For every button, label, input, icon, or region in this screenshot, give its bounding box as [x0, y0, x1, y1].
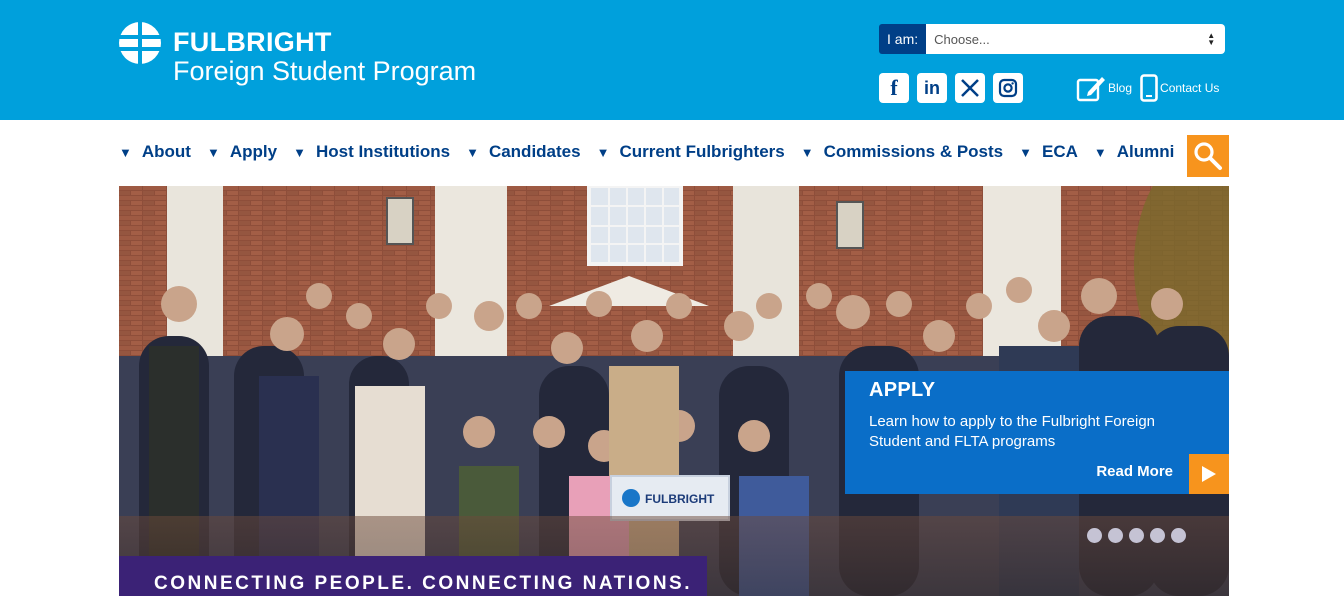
- caret-down-icon: ▼: [1019, 144, 1032, 160]
- i-am-selector: I am: Choose... ▲ ▼: [879, 24, 1226, 54]
- nav-label: ECA: [1042, 142, 1078, 161]
- nav-item-current-fulbrighters[interactable]: ▼ Current Fulbrighters: [597, 142, 785, 162]
- edit-icon: [1076, 77, 1105, 102]
- slider-dot[interactable]: [1108, 528, 1123, 543]
- nav-label: Host Institutions: [315, 142, 451, 161]
- nav-item-apply[interactable]: ▼ Apply: [207, 142, 277, 162]
- slider-dots: [1087, 528, 1186, 543]
- read-more-button[interactable]: [1189, 454, 1229, 494]
- caret-down-icon: ▼: [206, 144, 220, 160]
- nav-item-commissions-posts[interactable]: ▼ Commissions & Posts: [801, 142, 1003, 162]
- brand-name: FULBRIGHT: [173, 27, 332, 57]
- nav-label: Alumni: [1116, 142, 1175, 161]
- caret-down-icon: ▼: [466, 144, 479, 160]
- contact-link[interactable]: Contact Us: [1140, 74, 1219, 102]
- blog-label: Blog: [1108, 81, 1133, 95]
- phone-icon: [1140, 74, 1158, 102]
- linkedin-icon[interactable]: in: [917, 73, 947, 103]
- blog-link[interactable]: Blog: [1076, 74, 1132, 102]
- read-more-link[interactable]: Read More: [1096, 463, 1173, 480]
- nav-item-candidates[interactable]: ▼ Candidates: [466, 142, 581, 162]
- brand-subtitle: Foreign Student Program: [173, 56, 477, 86]
- main-nav: ▼ About ▼ Apply ▼ Host Institutions ▼ Candid…: [119, 142, 1190, 162]
- nav-label: Candidates: [488, 142, 581, 161]
- nav-label: Apply: [229, 142, 278, 161]
- nav-item-eca[interactable]: ▼ ECA: [1019, 142, 1078, 162]
- apply-title: APPLY: [869, 379, 936, 401]
- slider-dot[interactable]: [1171, 528, 1186, 543]
- tagline-banner: CONNECTING PEOPLE. CONNECTING NATIONS.: [119, 556, 707, 596]
- caret-down-icon: ▼: [1093, 144, 1107, 160]
- photo-banner-text: FULBRIGHT: [645, 492, 715, 506]
- contact-label: Contact Us: [1160, 81, 1220, 95]
- social-links: f in: [879, 73, 1023, 103]
- search-icon: [1194, 142, 1222, 170]
- fulbright-logo[interactable]: FULBRIGHT Foreign Student Program: [119, 22, 476, 86]
- i-am-dropdown[interactable]: Choose... ▲ ▼: [926, 24, 1226, 54]
- nav-item-host-institutions[interactable]: ▼ Host Institutions: [293, 142, 450, 162]
- nav-label: Current Fulbrighters: [619, 142, 785, 161]
- slider-dot[interactable]: [1129, 528, 1144, 543]
- nav-label: About: [141, 142, 191, 161]
- fulbright-globe-icon: [119, 22, 161, 64]
- caret-down-icon: ▼: [800, 144, 814, 160]
- caret-down-icon: ▼: [293, 144, 306, 160]
- play-icon: [1202, 466, 1216, 482]
- nav-item-about[interactable]: ▼ About: [119, 142, 191, 162]
- slider-dot[interactable]: [1150, 528, 1165, 543]
- select-arrows-icon: ▲ ▼: [1207, 31, 1216, 47]
- nav-label: Commissions & Posts: [823, 142, 1004, 161]
- apply-description: Learn how to apply to the Fulbright Fore…: [869, 413, 1156, 450]
- hero-slider: FULBRIGHT APPLY Learn how to apply to th…: [119, 186, 1229, 596]
- utility-links: Blog Contact Us: [1076, 74, 1219, 102]
- x-twitter-icon[interactable]: [955, 73, 985, 103]
- facebook-icon[interactable]: f: [879, 73, 909, 103]
- search-button[interactable]: [1187, 135, 1229, 177]
- instagram-icon[interactable]: [993, 73, 1023, 103]
- i-am-label: I am:: [879, 24, 927, 54]
- nav-item-alumni[interactable]: ▼ Alumni: [1094, 142, 1174, 162]
- caret-down-icon: ▼: [596, 144, 610, 160]
- apply-callout[interactable]: APPLY Learn how to apply to the Fulbrigh…: [845, 371, 1229, 494]
- i-am-selected-value: Choose...: [934, 31, 990, 47]
- site-header: FULBRIGHT Foreign Student Program I am: …: [0, 0, 1344, 120]
- caret-down-icon: ▼: [119, 144, 132, 160]
- slider-dot[interactable]: [1087, 528, 1102, 543]
